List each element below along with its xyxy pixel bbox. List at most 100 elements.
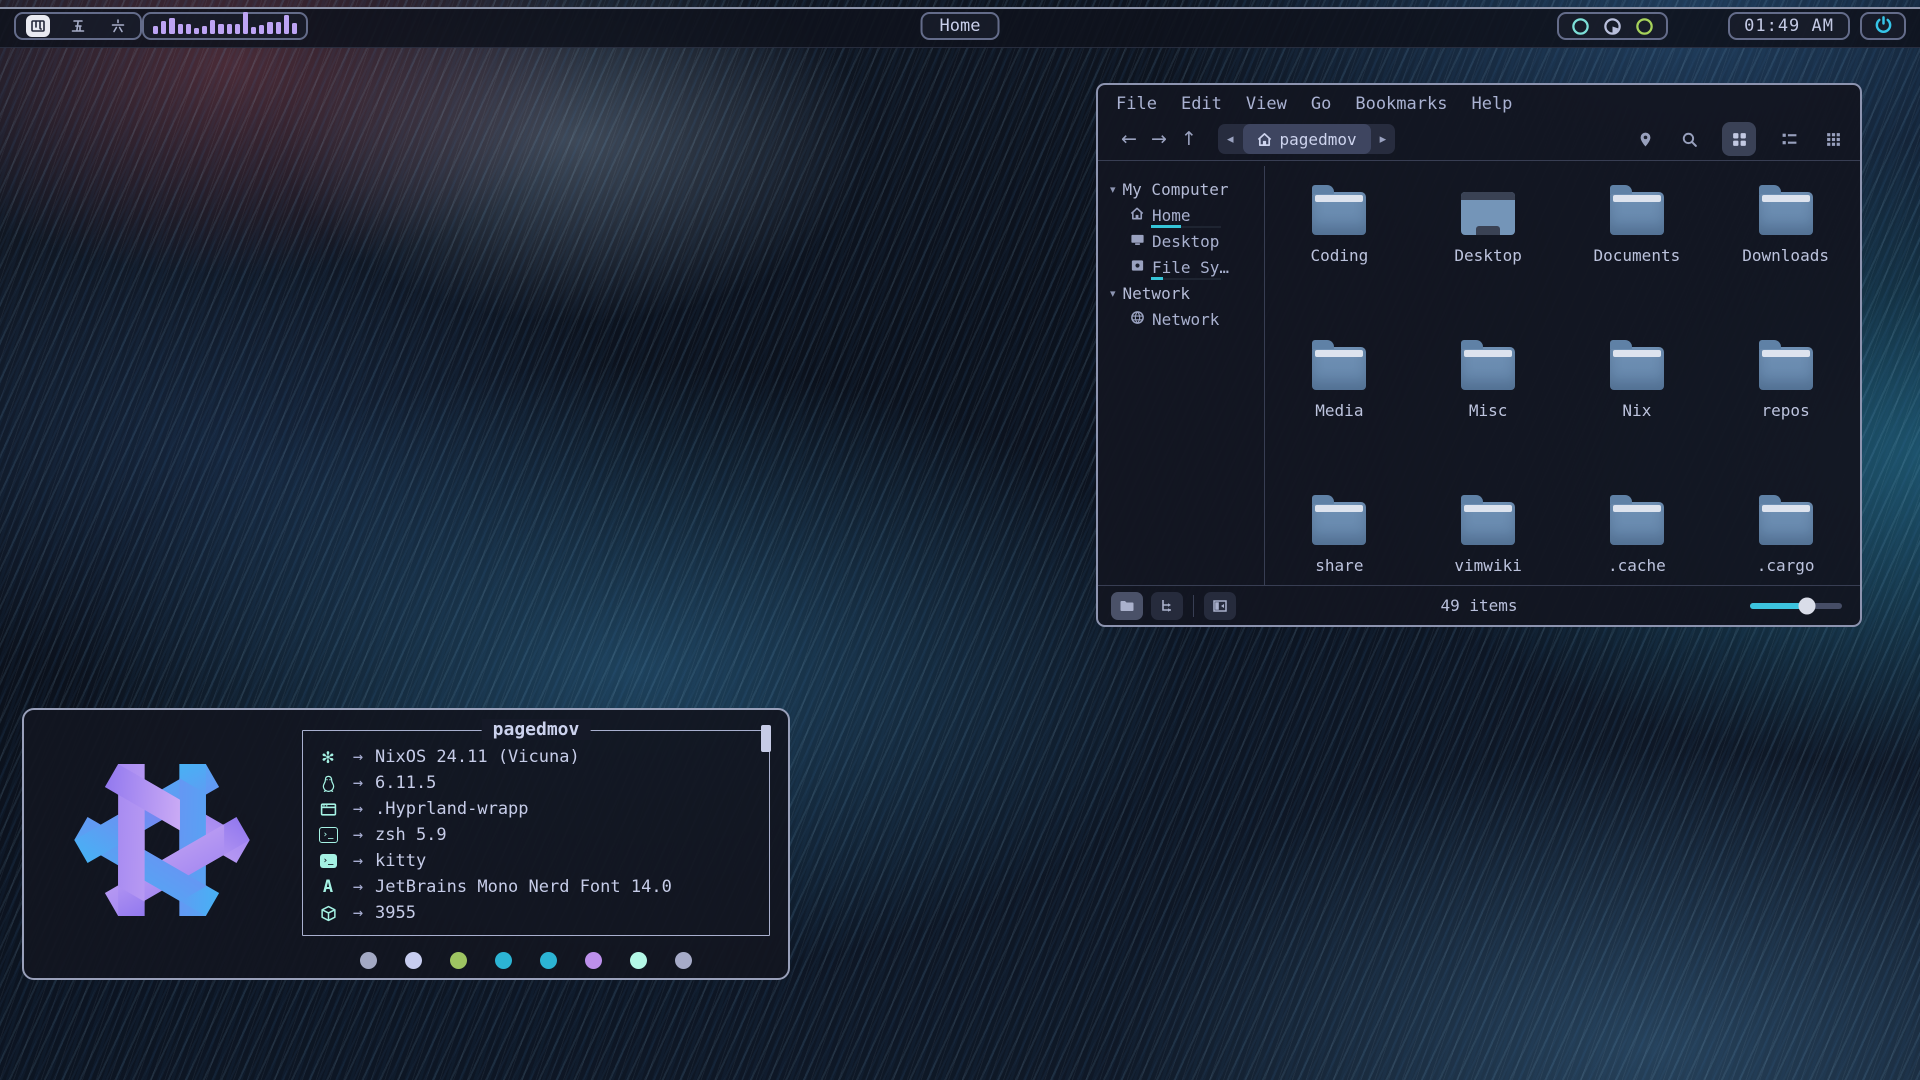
places-pane-button[interactable] (1111, 592, 1143, 620)
menu-go[interactable]: Go (1311, 94, 1331, 114)
breadcrumb: ◂ pagedmov ▸ (1218, 124, 1395, 154)
menu-edit[interactable]: Edit (1181, 94, 1222, 114)
folder-label: vimwiki (1454, 556, 1521, 575)
folder-downloads[interactable]: Downloads (1711, 182, 1860, 337)
visualizer-bar (178, 24, 183, 34)
tray-indicators (1557, 12, 1668, 40)
sidebar-item-filesy[interactable]: File Sy… (1110, 254, 1264, 280)
arrow-icon: → (341, 877, 375, 897)
desktop-screen: Home 01:49 AM File Edit View Go Bookmarks Hel… (0, 0, 1920, 1080)
tux-wrap (315, 775, 341, 792)
menu-help[interactable]: Help (1471, 94, 1512, 114)
folder-label: Coding (1310, 246, 1368, 265)
folder-misc[interactable]: Misc (1414, 337, 1563, 492)
slider-knob[interactable] (1799, 597, 1816, 614)
fetch-value: 6.11.5 (375, 773, 436, 793)
menu-file[interactable]: File (1116, 94, 1157, 114)
globe-icon (1130, 310, 1145, 329)
tree-pane-button[interactable] (1151, 592, 1183, 620)
breadcrumb-right-chevron-icon[interactable]: ▸ (1371, 132, 1396, 147)
sidebar-item-desktop[interactable]: Desktop (1110, 228, 1264, 254)
search-icon[interactable] (1678, 128, 1700, 150)
menu-view[interactable]: View (1246, 94, 1287, 114)
visualizer-bar (276, 22, 281, 34)
audio-visualizer (142, 12, 308, 40)
folder-coding[interactable]: Coding (1265, 182, 1414, 337)
folder-media[interactable]: Media (1265, 337, 1414, 492)
green-circle-icon[interactable] (1635, 17, 1654, 36)
palette-dot (360, 952, 377, 969)
compact-view-button[interactable] (1822, 128, 1844, 150)
workspace-button-2[interactable] (66, 15, 90, 37)
toolbar: ← → ↑ ◂ pagedmov ▸ (1098, 118, 1860, 161)
shell-outline-wrap: ›_ (315, 827, 341, 843)
zoom-slider[interactable] (1750, 603, 1842, 609)
terminal-window[interactable]: pagedmov ✻→NixOS 24.11 (Vicuna)→6.11.5→.… (22, 708, 790, 980)
collapse-caret-icon[interactable]: ▾ (1110, 183, 1116, 196)
sidebar-item-home[interactable]: Home (1110, 202, 1264, 228)
workspace-button-1[interactable] (26, 15, 50, 37)
tree-icon (1159, 598, 1175, 614)
sidebar-item-network[interactable]: Network (1110, 306, 1264, 332)
folder-documents[interactable]: Documents (1563, 182, 1712, 337)
menu-bookmarks[interactable]: Bookmarks (1355, 94, 1447, 114)
arrow-icon: → (341, 773, 375, 793)
drive-icon (1130, 258, 1145, 277)
list-view-button[interactable] (1778, 128, 1800, 150)
folder-nix[interactable]: Nix (1563, 337, 1712, 492)
breadcrumb-segment-home[interactable]: pagedmov (1243, 124, 1371, 154)
folder-icon (1610, 192, 1664, 235)
side-pane-toggle-button[interactable] (1204, 592, 1236, 620)
collapse-caret-icon[interactable]: ▾ (1110, 287, 1116, 300)
clock: 01:49 AM (1728, 12, 1850, 40)
fetch-row: →6.11.5 (315, 770, 761, 796)
visualizer-bar (186, 24, 191, 34)
folder-label: Downloads (1742, 246, 1829, 265)
package-cube-wrap (315, 905, 341, 922)
icon-view-button[interactable] (1722, 122, 1756, 156)
toolbar-right (1634, 122, 1844, 156)
file-manager-body: ▾My ComputerHomeDesktopFile Sy…▾NetworkN… (1098, 166, 1860, 585)
sidebar-item-label: File Sy… (1152, 258, 1229, 277)
folder-repos[interactable]: repos (1711, 337, 1860, 492)
menu-bar: File Edit View Go Bookmarks Help (1098, 85, 1860, 118)
breadcrumb-left-chevron-icon[interactable]: ◂ (1218, 132, 1243, 147)
visualizer-bar (243, 12, 248, 34)
teal-circle-icon[interactable] (1571, 17, 1590, 36)
folder-label: share (1315, 556, 1363, 575)
timer-circle-icon[interactable] (1603, 17, 1622, 36)
window-icon (320, 801, 337, 818)
back-button[interactable]: ← (1114, 128, 1144, 150)
sidebar: ▾ My Computer Home Desktop File Sy… ▾NetworkN… (1098, 166, 1265, 585)
fetch-row: A→JetBrains Mono Nerd Font 14.0 (315, 874, 761, 900)
forward-button[interactable]: → (1144, 128, 1174, 150)
active-window-title-button[interactable]: Home (921, 12, 1000, 40)
tux-icon (320, 775, 337, 792)
workspace-button-3[interactable] (106, 15, 130, 37)
folder-icon (1759, 347, 1813, 390)
sidebar-section-label: My Computer (1123, 180, 1229, 199)
visualizer-bar (194, 28, 199, 34)
sidebar-section[interactable]: ▾ My Computer (1110, 176, 1264, 202)
folder-icon (1759, 502, 1813, 545)
visualizer-bar (153, 26, 158, 34)
nix-flake-icon: ✻ (321, 748, 334, 767)
font-a-wrap: A (315, 877, 341, 897)
folder-icon (1610, 347, 1664, 390)
sidebar-section[interactable]: ▾Network (1110, 280, 1264, 306)
arrow-icon: → (341, 903, 375, 923)
location-pin-icon[interactable] (1634, 128, 1656, 150)
arrow-icon: → (341, 851, 375, 871)
filesystem-icon (1130, 258, 1145, 273)
font-icon: A (323, 877, 333, 897)
sidebar-item-label: Desktop (1152, 232, 1219, 251)
shell-icon: ›_ (319, 827, 338, 843)
visualizer-bar (161, 21, 166, 34)
power-button[interactable] (1860, 12, 1906, 40)
palette-dot (585, 952, 602, 969)
up-button[interactable]: ↑ (1174, 128, 1204, 150)
breadcrumb-label: pagedmov (1280, 130, 1357, 149)
folder-desktop[interactable]: Desktop (1414, 182, 1563, 337)
fetch-row: →3955 (315, 900, 761, 926)
folder-icon (1312, 347, 1366, 390)
